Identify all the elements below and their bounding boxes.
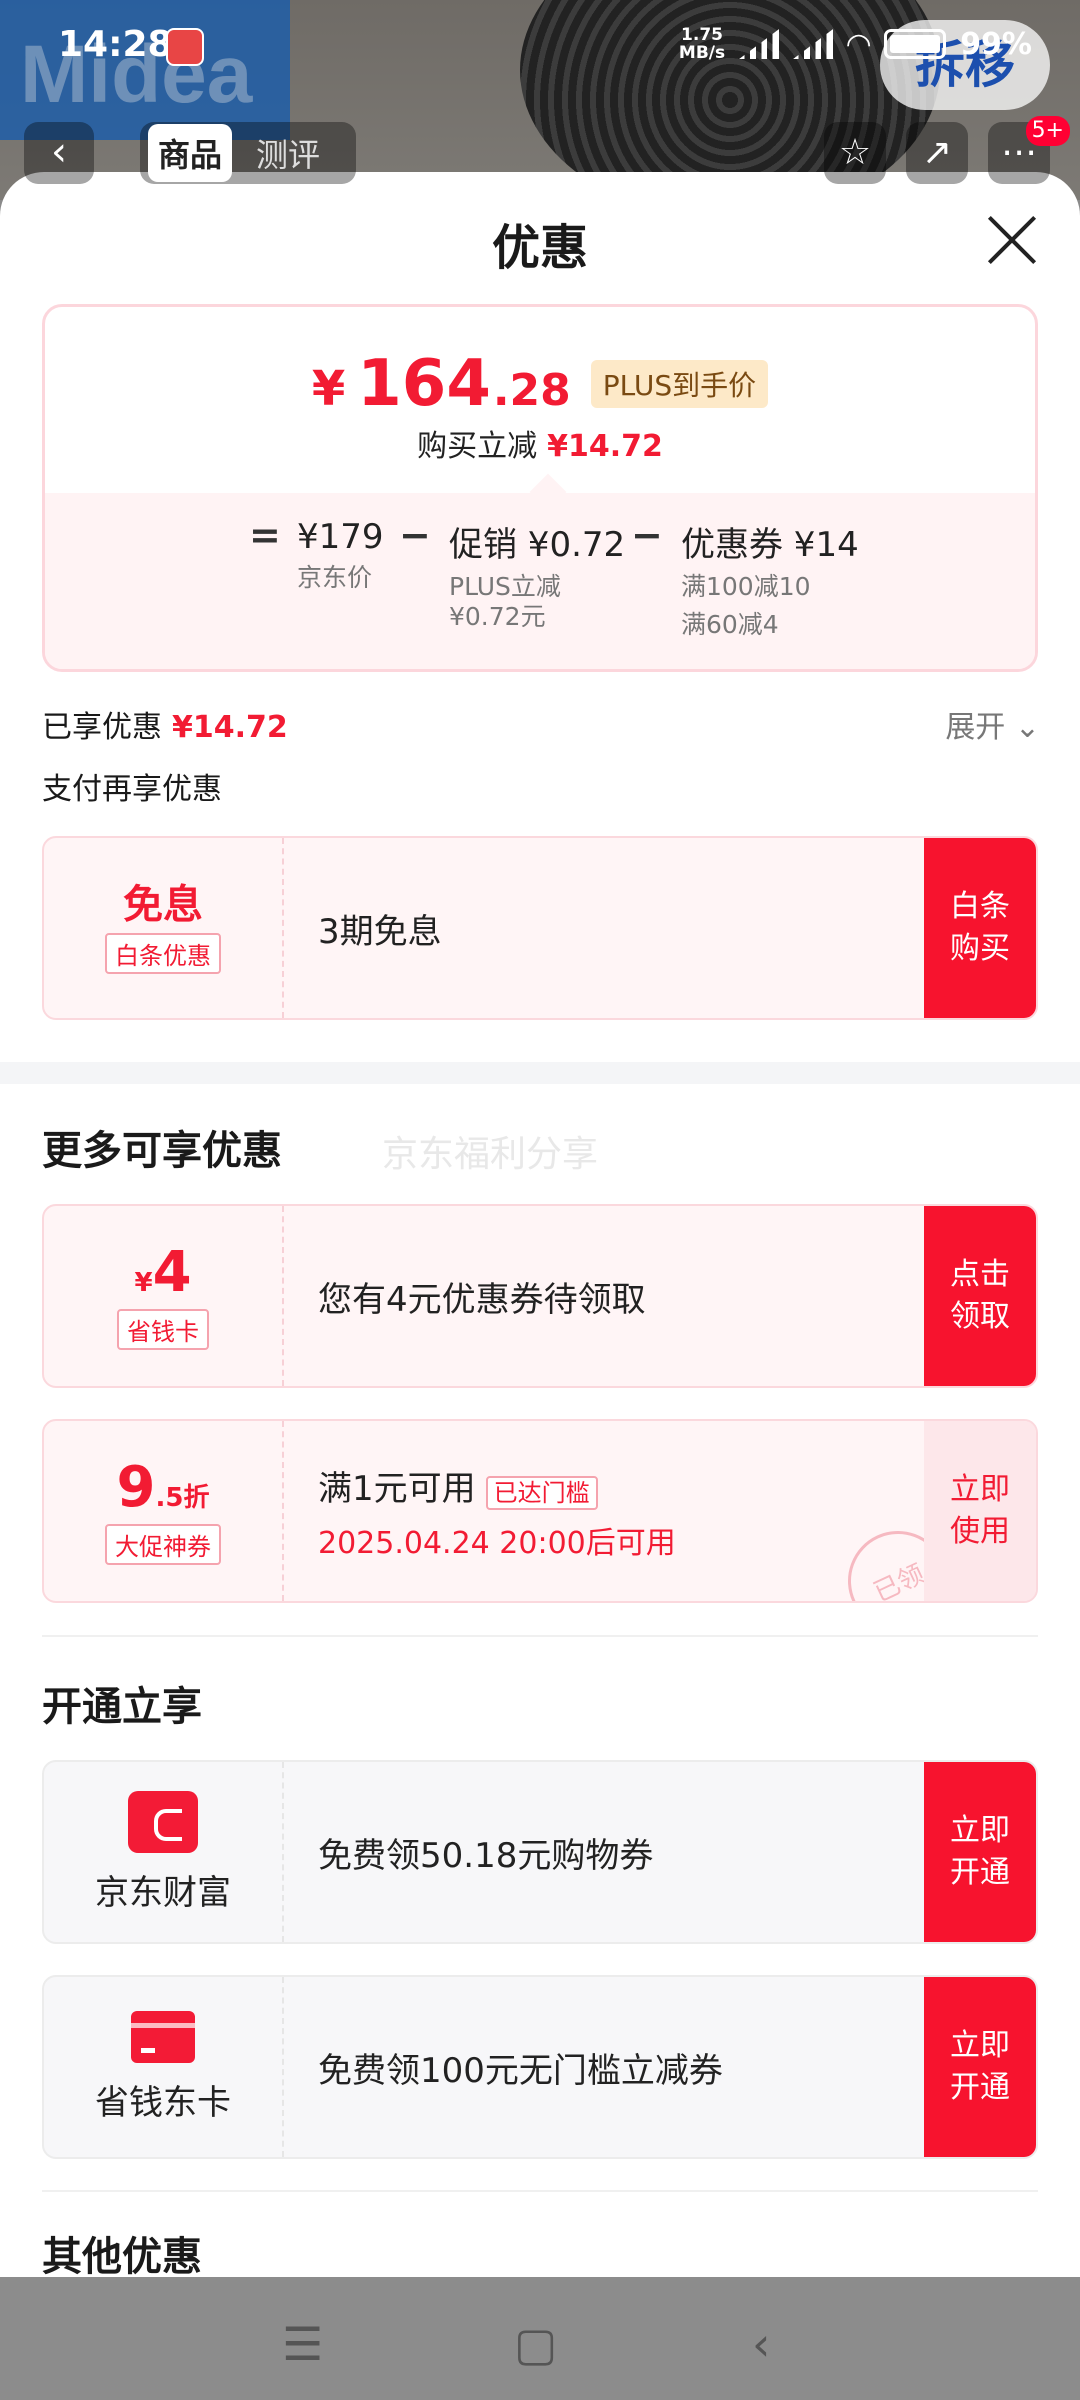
promo-coupon-time: 2025.04.24 20:00后可用 xyxy=(318,1525,676,1561)
open-title: 开通立享 xyxy=(42,1684,202,1730)
price-breakdown: = ¥179 京东价 − 促销 ¥0.72 PLUS立减 ¥0.72元 − 优惠… xyxy=(45,493,1035,669)
home-icon[interactable]: ▢ xyxy=(514,2317,557,2371)
baitiao-desc: 3期免息 xyxy=(318,911,442,952)
promo-coupon: 9.5折 大促神券 满1元可用 已达门槛 2025.04.24 20:00后可用 … xyxy=(42,1419,1038,1603)
final-price: ¥ 164 .28 PLUS到手价 xyxy=(45,347,1035,421)
jd-price: ¥179 京东价 xyxy=(297,517,384,592)
saver-card-desc: 您有4元优惠券待领取 xyxy=(318,1279,646,1320)
tab-product[interactable]: 商品 xyxy=(148,124,233,182)
section-divider xyxy=(0,1062,1080,1084)
tab-review[interactable]: 测评 xyxy=(246,124,330,182)
reduce-summary: 购买立减 ¥14.72 xyxy=(417,429,663,464)
jd-finance-name: 京东财富 xyxy=(95,1872,231,1913)
minus-sign-2: − xyxy=(631,513,663,557)
reached-threshold-tag: 已达门槛 xyxy=(485,1475,598,1510)
share-icon[interactable]: ↗ xyxy=(906,122,968,184)
system-nav-bar: ☰ ▢ ‹ xyxy=(0,2277,1080,2400)
jd-finance-desc: 免费领50.18元购物券 xyxy=(318,1835,654,1876)
enjoyed-discount: 已享优惠 ¥14.72 xyxy=(42,710,288,745)
menu-icon[interactable]: ☰ xyxy=(282,2317,323,2371)
more-icon[interactable]: ⋯ 5+ xyxy=(988,116,1070,184)
other-discounts-title: 其他优惠 xyxy=(42,2234,202,2277)
sheet-title: 优惠 xyxy=(491,220,588,276)
discount-sheet: 优惠 ¥ 164 .28 PLUS到手价 购买立减 ¥14.72 = ¥179 京… xyxy=(0,172,1080,2277)
open-saver-card-button[interactable]: 立即开通 xyxy=(924,1977,1036,2157)
battery-percent: 99% xyxy=(960,26,1032,62)
status-bar: 14:28 1.75 MB/s ◠ 99% xyxy=(0,0,1080,100)
status-time: 14:28 xyxy=(58,24,173,65)
promo-coupon-tag: 大促神券 xyxy=(105,1524,221,1566)
use-now-button[interactable]: 立即使用 xyxy=(924,1421,1036,1601)
saver-jd-card: 省钱东卡 免费领100元无门槛立减券 立即开通 xyxy=(42,1975,1038,2159)
signal-icon xyxy=(739,29,780,59)
baitiao-coupon: 免息 白条优惠 3期免息 白条购买 xyxy=(42,836,1038,1020)
saver-card-coupon: ¥4 省钱卡 您有4元优惠券待领取 点击领取 xyxy=(42,1204,1038,1388)
card-icon xyxy=(131,2010,195,2063)
baitiao-tag: 白条优惠 xyxy=(105,932,221,974)
promo-coupon-desc: 满1元可用 xyxy=(318,1468,476,1509)
notification-badge: 5+ xyxy=(1025,116,1070,146)
product-tabs: 商品 测评 xyxy=(140,122,356,184)
plus-price-tag: PLUS到手价 xyxy=(590,360,769,408)
expand-button[interactable]: 展开 ⌄ xyxy=(945,702,1040,746)
wifi-icon: ◠ xyxy=(847,26,871,62)
product-nav: ‹ 商品 测评 ☆ ↗ ⋯ 5+ xyxy=(0,116,1080,188)
network-speed: 1.75 MB/s xyxy=(678,25,726,63)
divider-line-2 xyxy=(42,2190,1038,2192)
equals-sign: = xyxy=(249,513,281,557)
divider-line xyxy=(42,1635,1038,1637)
chevron-down-icon: ⌄ xyxy=(1014,710,1040,745)
watermark: 京东福利分享 xyxy=(382,1134,599,1175)
notification-app-icon xyxy=(166,28,204,66)
saver-card-tag: 省钱卡 xyxy=(117,1309,209,1351)
promo-discount: 促销 ¥0.72 PLUS立减 ¥0.72元 xyxy=(449,525,626,631)
claim-button[interactable]: 点击领取 xyxy=(924,1206,1036,1386)
jd-finance-card: 京东财富 免费领50.18元购物券 立即开通 xyxy=(42,1760,1038,1944)
favorite-icon[interactable]: ☆ xyxy=(824,122,886,184)
more-discounts-title: 更多可享优惠 xyxy=(42,1128,282,1174)
price-card: ¥ 164 .28 PLUS到手价 购买立减 ¥14.72 = ¥179 京东价 … xyxy=(42,304,1038,672)
saver-jd-card-name: 省钱东卡 xyxy=(95,2082,231,2123)
jd-finance-icon xyxy=(128,1790,198,1853)
coupon-discount: 优惠券 ¥14 满100减10 满60减4 xyxy=(681,525,859,639)
signal-icon-2 xyxy=(793,29,834,59)
baitiao-buy-button[interactable]: 白条购买 xyxy=(924,838,1036,1018)
battery-icon xyxy=(884,29,947,59)
open-jd-finance-button[interactable]: 立即开通 xyxy=(924,1762,1036,1942)
close-icon[interactable] xyxy=(984,212,1040,268)
pay-again-label: 支付再享优惠 xyxy=(42,772,222,807)
back-icon[interactable]: ‹ xyxy=(752,2317,770,2371)
saver-jd-card-desc: 免费领100元无门槛立减券 xyxy=(318,2050,723,2091)
back-button[interactable]: ‹ xyxy=(24,122,94,184)
minus-sign: − xyxy=(399,513,431,557)
interest-free-label: 免息 xyxy=(123,881,203,928)
